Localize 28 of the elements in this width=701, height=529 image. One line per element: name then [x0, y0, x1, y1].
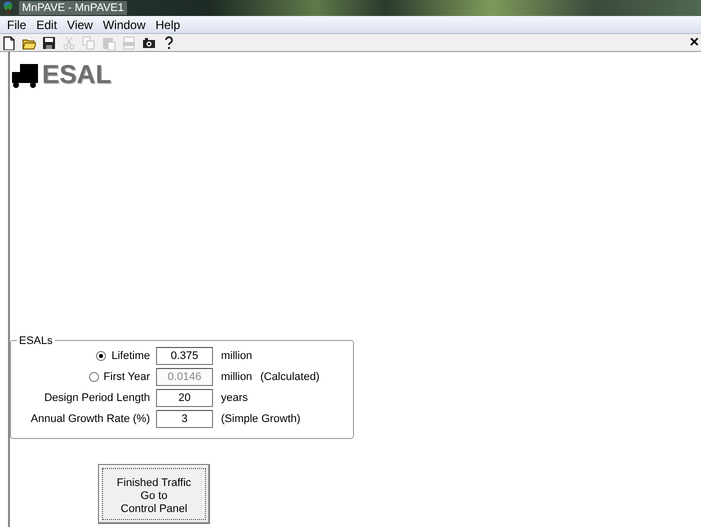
camera-icon[interactable] — [142, 36, 156, 50]
input-field[interactable]: 20 — [156, 389, 213, 407]
window-title: MnPAVE - MnPAVE1 — [19, 1, 127, 15]
field-label: Annual Growth Rate (%) — [30, 412, 150, 427]
truck-icon — [12, 64, 38, 88]
menu-item[interactable]: Window — [98, 16, 151, 32]
help-icon[interactable] — [162, 36, 176, 50]
menu-item[interactable]: File — [2, 16, 32, 32]
field-label: First Year — [104, 370, 150, 385]
unit-label: million — [221, 348, 252, 364]
new-file-icon[interactable] — [2, 36, 16, 50]
page-heading: ESAL — [42, 60, 112, 88]
input-field[interactable]: 0.375 — [156, 347, 213, 365]
field-label: Design Period Length — [44, 390, 150, 406]
close-button[interactable]: × — [690, 34, 699, 50]
menu-item[interactable]: Edit — [31, 16, 62, 32]
unit-label: million — [221, 370, 252, 385]
finish-button[interactable]: Finished Traffic Go to Control Panel — [98, 464, 210, 524]
menu-item[interactable]: View — [62, 16, 98, 32]
input-field[interactable]: 3 — [156, 410, 213, 428]
radio-button[interactable] — [96, 351, 106, 361]
field-label: Lifetime — [111, 348, 150, 364]
input-field: 0.0146 — [156, 368, 213, 386]
note-text: (Calculated) — [260, 370, 320, 385]
save-icon[interactable] — [42, 36, 56, 50]
note-text: (Simple Growth) — [221, 412, 300, 427]
unit-label: years — [221, 390, 248, 406]
menu-item[interactable]: Help — [150, 16, 186, 32]
